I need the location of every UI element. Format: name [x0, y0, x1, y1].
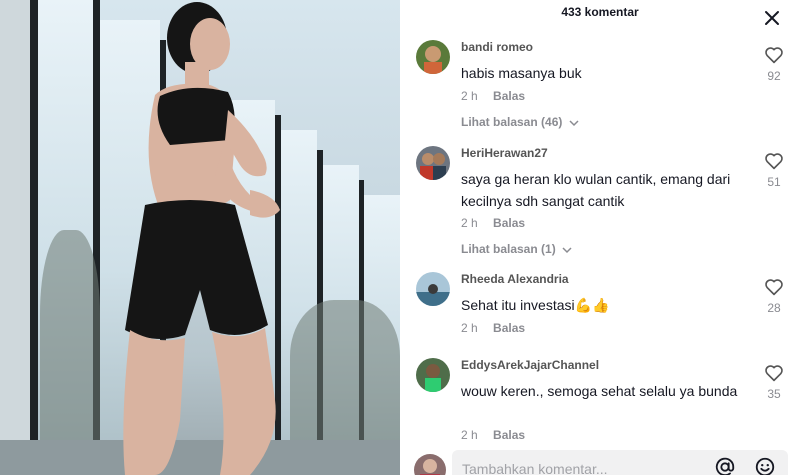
comment-input-placeholder: Tambahkan komentar... — [462, 461, 608, 475]
view-replies-label: Lihat balasan (1) — [461, 242, 556, 256]
chevron-down-icon — [562, 247, 572, 253]
reply-button[interactable]: Balas — [493, 216, 525, 230]
comment-username[interactable]: EddysArekJajarChannel — [461, 358, 599, 372]
comment-time: 2 h — [461, 321, 478, 335]
emoji-icon[interactable] — [754, 456, 776, 475]
person-figure — [123, 2, 280, 475]
avatar[interactable] — [416, 358, 450, 392]
like-count: 28 — [767, 301, 781, 315]
avatar[interactable] — [416, 40, 450, 74]
like-count: 92 — [767, 69, 781, 83]
heart-outline-icon — [765, 365, 783, 382]
heart-outline-icon — [765, 153, 783, 170]
comment-time: 2 h — [461, 428, 478, 442]
comment-username[interactable]: Rheeda Alexandria — [461, 272, 569, 286]
chevron-down-icon — [569, 120, 579, 126]
comment-meta: 2 h Balas — [461, 89, 525, 103]
comments-panel: 433 komentar bandi romeo habis masanya b… — [400, 0, 800, 475]
like-button[interactable]: 51 — [762, 152, 786, 189]
like-count: 35 — [767, 387, 781, 401]
comment-text: habis masanya buk — [461, 65, 582, 81]
comment-text: saya ga heran klo wulan cantik, emang da… — [461, 171, 731, 209]
my-avatar[interactable] — [414, 454, 446, 475]
at-sign-icon[interactable] — [714, 456, 736, 475]
comment-time: 2 h — [461, 89, 478, 103]
comment-meta: 2 h Balas — [461, 428, 525, 442]
view-replies-button[interactable]: Lihat balasan (1) — [461, 242, 572, 256]
view-replies-label: Lihat balasan (46) — [461, 115, 563, 129]
comment-meta: 2 h Balas — [461, 321, 525, 335]
avatar[interactable] — [416, 146, 450, 180]
like-button[interactable]: 92 — [762, 46, 786, 83]
like-count: 51 — [767, 175, 781, 189]
comment-input[interactable]: Tambahkan komentar... — [452, 450, 788, 475]
comments-count-title: 433 komentar — [561, 5, 639, 19]
reply-button[interactable]: Balas — [493, 89, 525, 103]
video-player[interactable] — [0, 0, 400, 475]
comment-username[interactable]: bandi romeo — [461, 40, 533, 54]
comment-time: 2 h — [461, 216, 478, 230]
heart-outline-icon — [765, 279, 783, 296]
view-replies-button[interactable]: Lihat balasan (46) — [461, 115, 579, 129]
video-wall — [0, 0, 30, 475]
reply-button[interactable]: Balas — [493, 321, 525, 335]
like-button[interactable]: 35 — [762, 364, 786, 401]
reply-button[interactable]: Balas — [493, 428, 525, 442]
comment-username[interactable]: HeriHerawan27 — [461, 146, 548, 160]
background-tree — [40, 230, 100, 440]
like-button[interactable]: 28 — [762, 278, 786, 315]
avatar[interactable] — [416, 272, 450, 306]
close-icon — [765, 11, 779, 25]
comment-text: wouw keren., semoga sehat selalu ya bund… — [461, 383, 738, 399]
close-button[interactable] — [764, 10, 784, 30]
heart-outline-icon — [765, 47, 783, 64]
comment-text: Sehat itu investasi💪👍 — [461, 297, 610, 313]
window-frame — [30, 0, 38, 475]
comment-meta: 2 h Balas — [461, 216, 525, 230]
comment-input-bar: Tambahkan komentar... — [400, 448, 800, 475]
